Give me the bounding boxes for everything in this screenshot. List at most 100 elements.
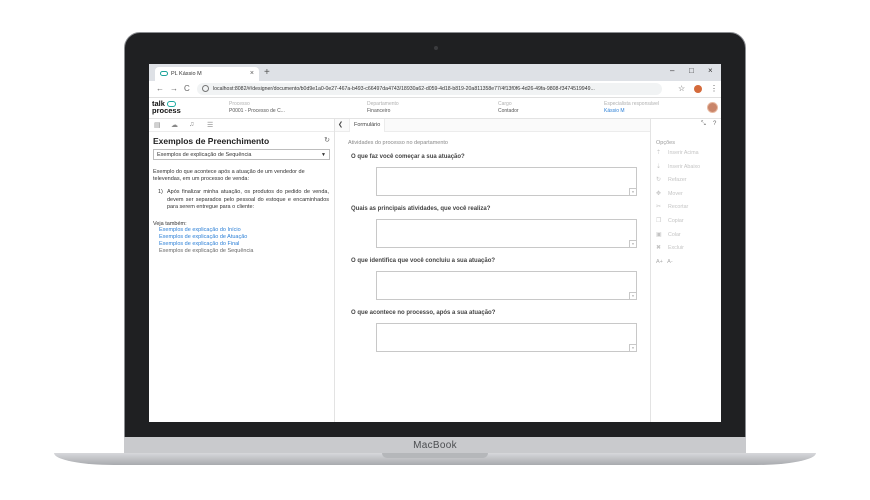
font-increase-button[interactable]: A+ xyxy=(656,259,663,265)
option-label: Mover xyxy=(668,190,683,197)
expand-icon[interactable]: » xyxy=(629,188,636,195)
refresh-icon[interactable]: ↻ xyxy=(324,136,330,144)
cut-icon: ✂ xyxy=(656,204,662,211)
option-label: Excluir xyxy=(668,245,684,252)
paste-icon: ▣ xyxy=(656,231,662,238)
meta-value: Financeiro xyxy=(367,108,391,114)
select-value: Exemplos de explicação de Sequência xyxy=(157,152,252,158)
option-cut[interactable]: ✂ Recortar xyxy=(656,204,721,218)
delete-icon: ✖ xyxy=(656,245,662,252)
examples-panel: ▤ ☁ ♫ ☰ Exemplos de Preenchimento ↻ Exem… xyxy=(149,119,335,422)
answer-textarea[interactable]: » xyxy=(376,271,637,300)
fullscreen-icon[interactable]: ⤡ xyxy=(701,121,706,128)
tab-formulario[interactable]: Formulário xyxy=(349,119,386,132)
examples-select[interactable]: Exemplos de explicação de Sequência ▼ xyxy=(153,149,330,160)
meta-cargo: Cargo Contador xyxy=(498,101,519,115)
intro-text: Exemplo do que acontece após a atuação d… xyxy=(153,169,305,182)
meta-value-link[interactable]: Kássio M xyxy=(604,108,659,115)
browser-menu-icon[interactable]: ⋮ xyxy=(710,84,718,93)
font-size-controls: A+ A- xyxy=(656,259,721,265)
expand-icon[interactable]: » xyxy=(629,292,636,299)
maximize-button[interactable]: □ xyxy=(689,66,694,75)
site-info-icon[interactable] xyxy=(202,85,209,92)
back-button[interactable]: ← xyxy=(156,84,164,93)
insert-above-icon: ⇡ xyxy=(656,150,662,156)
form-area: ❮ Formulário Atividades do processo no d… xyxy=(335,119,650,422)
move-icon: ✥ xyxy=(656,190,662,197)
meta-key: Departamento xyxy=(367,101,399,107)
see-also-label: Veja também: xyxy=(153,220,187,227)
camera xyxy=(434,46,438,50)
question-label: O que identifica que você concluiu a sua… xyxy=(351,258,496,264)
link-final[interactable]: Exemplos de explicação do Final xyxy=(153,241,330,248)
link-inicio[interactable]: Exemplos de explicação do Início xyxy=(153,227,330,234)
option-insert-below[interactable]: ⇣ Inserir Abaixo xyxy=(656,164,721,178)
bookmark-star-icon[interactable]: ☆ xyxy=(678,84,685,93)
laptop-notch xyxy=(382,453,488,458)
expand-icon[interactable]: » xyxy=(629,240,636,247)
meta-processo: Processo P0001 - Processo de C... xyxy=(229,101,285,115)
see-also: Veja também: Exemplos de explicação do I… xyxy=(153,221,330,255)
option-label: Inserir Acima xyxy=(668,150,699,156)
bell-icon[interactable]: ♫ xyxy=(189,121,194,128)
option-copy[interactable]: ❐ Copiar xyxy=(656,218,721,232)
laptop-scene: PL Kássio M × + – □ × ← → C localhost:80… xyxy=(0,0,870,500)
minimize-button[interactable]: – xyxy=(670,66,674,75)
meta-key: Processo xyxy=(229,101,250,107)
option-label: Colar xyxy=(668,231,681,238)
extension-icon[interactable] xyxy=(694,85,702,93)
option-insert-above[interactable]: ⇡ Inserir Acima xyxy=(656,150,721,164)
option-label: Recortar xyxy=(668,204,689,211)
logo-word-process: process xyxy=(152,106,181,116)
question-label: Quais as principais atividades, que você… xyxy=(351,206,491,212)
link-sequencia[interactable]: Exemplos de explicação de Sequência xyxy=(153,248,330,255)
option-label: Inserir Abaixo xyxy=(668,163,701,170)
new-tab-button[interactable]: + xyxy=(264,67,270,78)
copy-icon: ❐ xyxy=(656,217,662,224)
option-paste[interactable]: ▣ Colar xyxy=(656,232,721,246)
collapse-left-icon[interactable]: ❮ xyxy=(338,121,343,128)
link-atuacao[interactable]: Exemplos de explicação de Atuação xyxy=(153,234,330,241)
font-decrease-button[interactable]: A- xyxy=(667,259,673,265)
url-bar[interactable]: localhost:8082/#/designer/documento/b0d9… xyxy=(197,83,662,95)
form-tabs: ❮ Formulário xyxy=(335,119,650,132)
meta-key: Cargo xyxy=(498,101,512,107)
meta-especialista: Especialista responsável Kássio M xyxy=(604,101,659,115)
options-toolbar: ⤡ ? xyxy=(651,119,721,132)
insert-below-icon: ⇣ xyxy=(656,163,662,170)
document-icon[interactable]: ▤ xyxy=(154,121,161,129)
chat-icon[interactable]: ☁ xyxy=(171,121,178,129)
list-icon[interactable]: ☰ xyxy=(207,121,213,129)
reload-button[interactable]: C xyxy=(184,84,190,93)
options-panel: ⤡ ? Opções ⇡ Inserir Acima ⇣ Inserir Abaix… xyxy=(650,119,721,422)
panel-title-text: Exemplos de Preenchimento xyxy=(153,136,270,146)
app-header: talk process Processo P0001 - Processo d… xyxy=(149,98,721,119)
tab-title: PL Kássio M xyxy=(171,71,202,77)
meta-value: Contador xyxy=(498,108,519,114)
list-text: Após finalizar minha atuação, os produto… xyxy=(167,189,329,210)
option-move[interactable]: ✥ Mover xyxy=(656,191,721,205)
breadcrumb: Atividades do processo no departamento xyxy=(348,140,448,146)
close-window-button[interactable]: × xyxy=(708,66,713,75)
meta-departamento: Departamento Financeiro xyxy=(367,101,399,115)
question-label: O que faz você começar a sua atuação? xyxy=(351,154,465,160)
expand-icon[interactable]: » xyxy=(629,344,636,351)
help-icon[interactable]: ? xyxy=(713,121,716,127)
chevron-down-icon: ▼ xyxy=(321,152,326,158)
forward-button[interactable]: → xyxy=(170,84,178,93)
answer-textarea[interactable]: » xyxy=(376,167,637,196)
browser-tab[interactable]: PL Kássio M × xyxy=(155,67,259,81)
avatar[interactable] xyxy=(707,102,718,113)
answer-textarea[interactable]: » xyxy=(376,323,637,352)
talkprocess-favicon-icon xyxy=(160,71,168,76)
panel-title: Exemplos de Preenchimento ↻ xyxy=(153,136,330,146)
url-text: localhost:8082/#/designer/documento/b0d9… xyxy=(213,86,595,92)
answer-textarea[interactable]: » xyxy=(376,219,637,248)
option-redo[interactable]: ↻ Refazer xyxy=(656,177,721,191)
address-toolbar: ← → C localhost:8082/#/designer/document… xyxy=(149,81,721,98)
question-label: O que acontece no processo, após a sua a… xyxy=(351,310,496,316)
tab-close-icon[interactable]: × xyxy=(250,70,254,77)
left-toolbar: ▤ ☁ ♫ ☰ xyxy=(149,119,334,132)
meta-value: P0001 - Processo de C... xyxy=(229,108,285,114)
option-delete[interactable]: ✖ Excluir xyxy=(656,245,721,259)
